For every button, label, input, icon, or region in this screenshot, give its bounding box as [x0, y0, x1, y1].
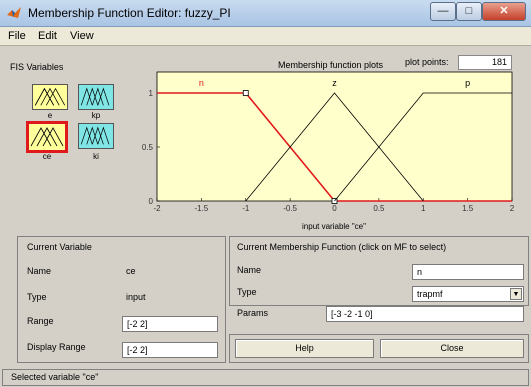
y-tick-label: 1: [149, 89, 154, 98]
x-tick-label: 0: [332, 204, 337, 213]
mf-name-label: Name: [237, 265, 262, 275]
x-axis-label: input variable "ce": [302, 222, 366, 231]
params-input[interactable]: [-3 -2 -1 0]: [326, 306, 524, 322]
params-label: Params: [237, 308, 269, 318]
y-tick-label: 0: [149, 197, 154, 206]
mf-type-label: Type: [237, 287, 257, 297]
mf-type-value: trapmf: [417, 289, 443, 299]
x-tick-label: -0.5: [283, 204, 297, 213]
current-mf-heading: Current Membership Function (click on MF…: [237, 242, 447, 252]
mf-label-z[interactable]: z: [332, 78, 337, 88]
x-tick-label: 1: [421, 204, 426, 213]
mf-label-n[interactable]: n: [199, 78, 204, 88]
mf-label-p[interactable]: p: [465, 78, 470, 88]
variable-name-label: Name: [27, 266, 52, 276]
plot-background: [156, 71, 513, 202]
x-tick-label: 2: [510, 204, 515, 213]
y-tick-label: 0.5: [142, 143, 154, 152]
variable-name-value: ce: [126, 266, 136, 276]
x-tick-label: 1.5: [462, 204, 474, 213]
current-variable-heading: Current Variable: [27, 242, 92, 252]
variable-type-label: Type: [27, 292, 47, 302]
range-input[interactable]: [-2 2]: [122, 316, 218, 332]
mf-vertex-handle[interactable]: [242, 90, 249, 96]
range-label: Range: [27, 316, 54, 326]
x-tick-label: -2: [153, 204, 161, 213]
mf-name-input[interactable]: n: [412, 264, 524, 280]
display-range-label: Display Range: [27, 342, 86, 352]
display-range-input[interactable]: [-2 2]: [122, 342, 218, 358]
x-tick-label: 0.5: [373, 204, 385, 213]
x-tick-label: -1: [242, 204, 250, 213]
help-button[interactable]: Help: [235, 339, 374, 358]
variable-type-value: input: [126, 292, 146, 302]
chevron-down-icon[interactable]: ▼: [510, 288, 522, 300]
close-button[interactable]: Close: [380, 339, 524, 358]
mf-type-select[interactable]: trapmf ▼: [412, 286, 524, 302]
x-tick-label: -1.5: [194, 204, 208, 213]
status-bar: Selected variable "ce": [2, 369, 529, 386]
